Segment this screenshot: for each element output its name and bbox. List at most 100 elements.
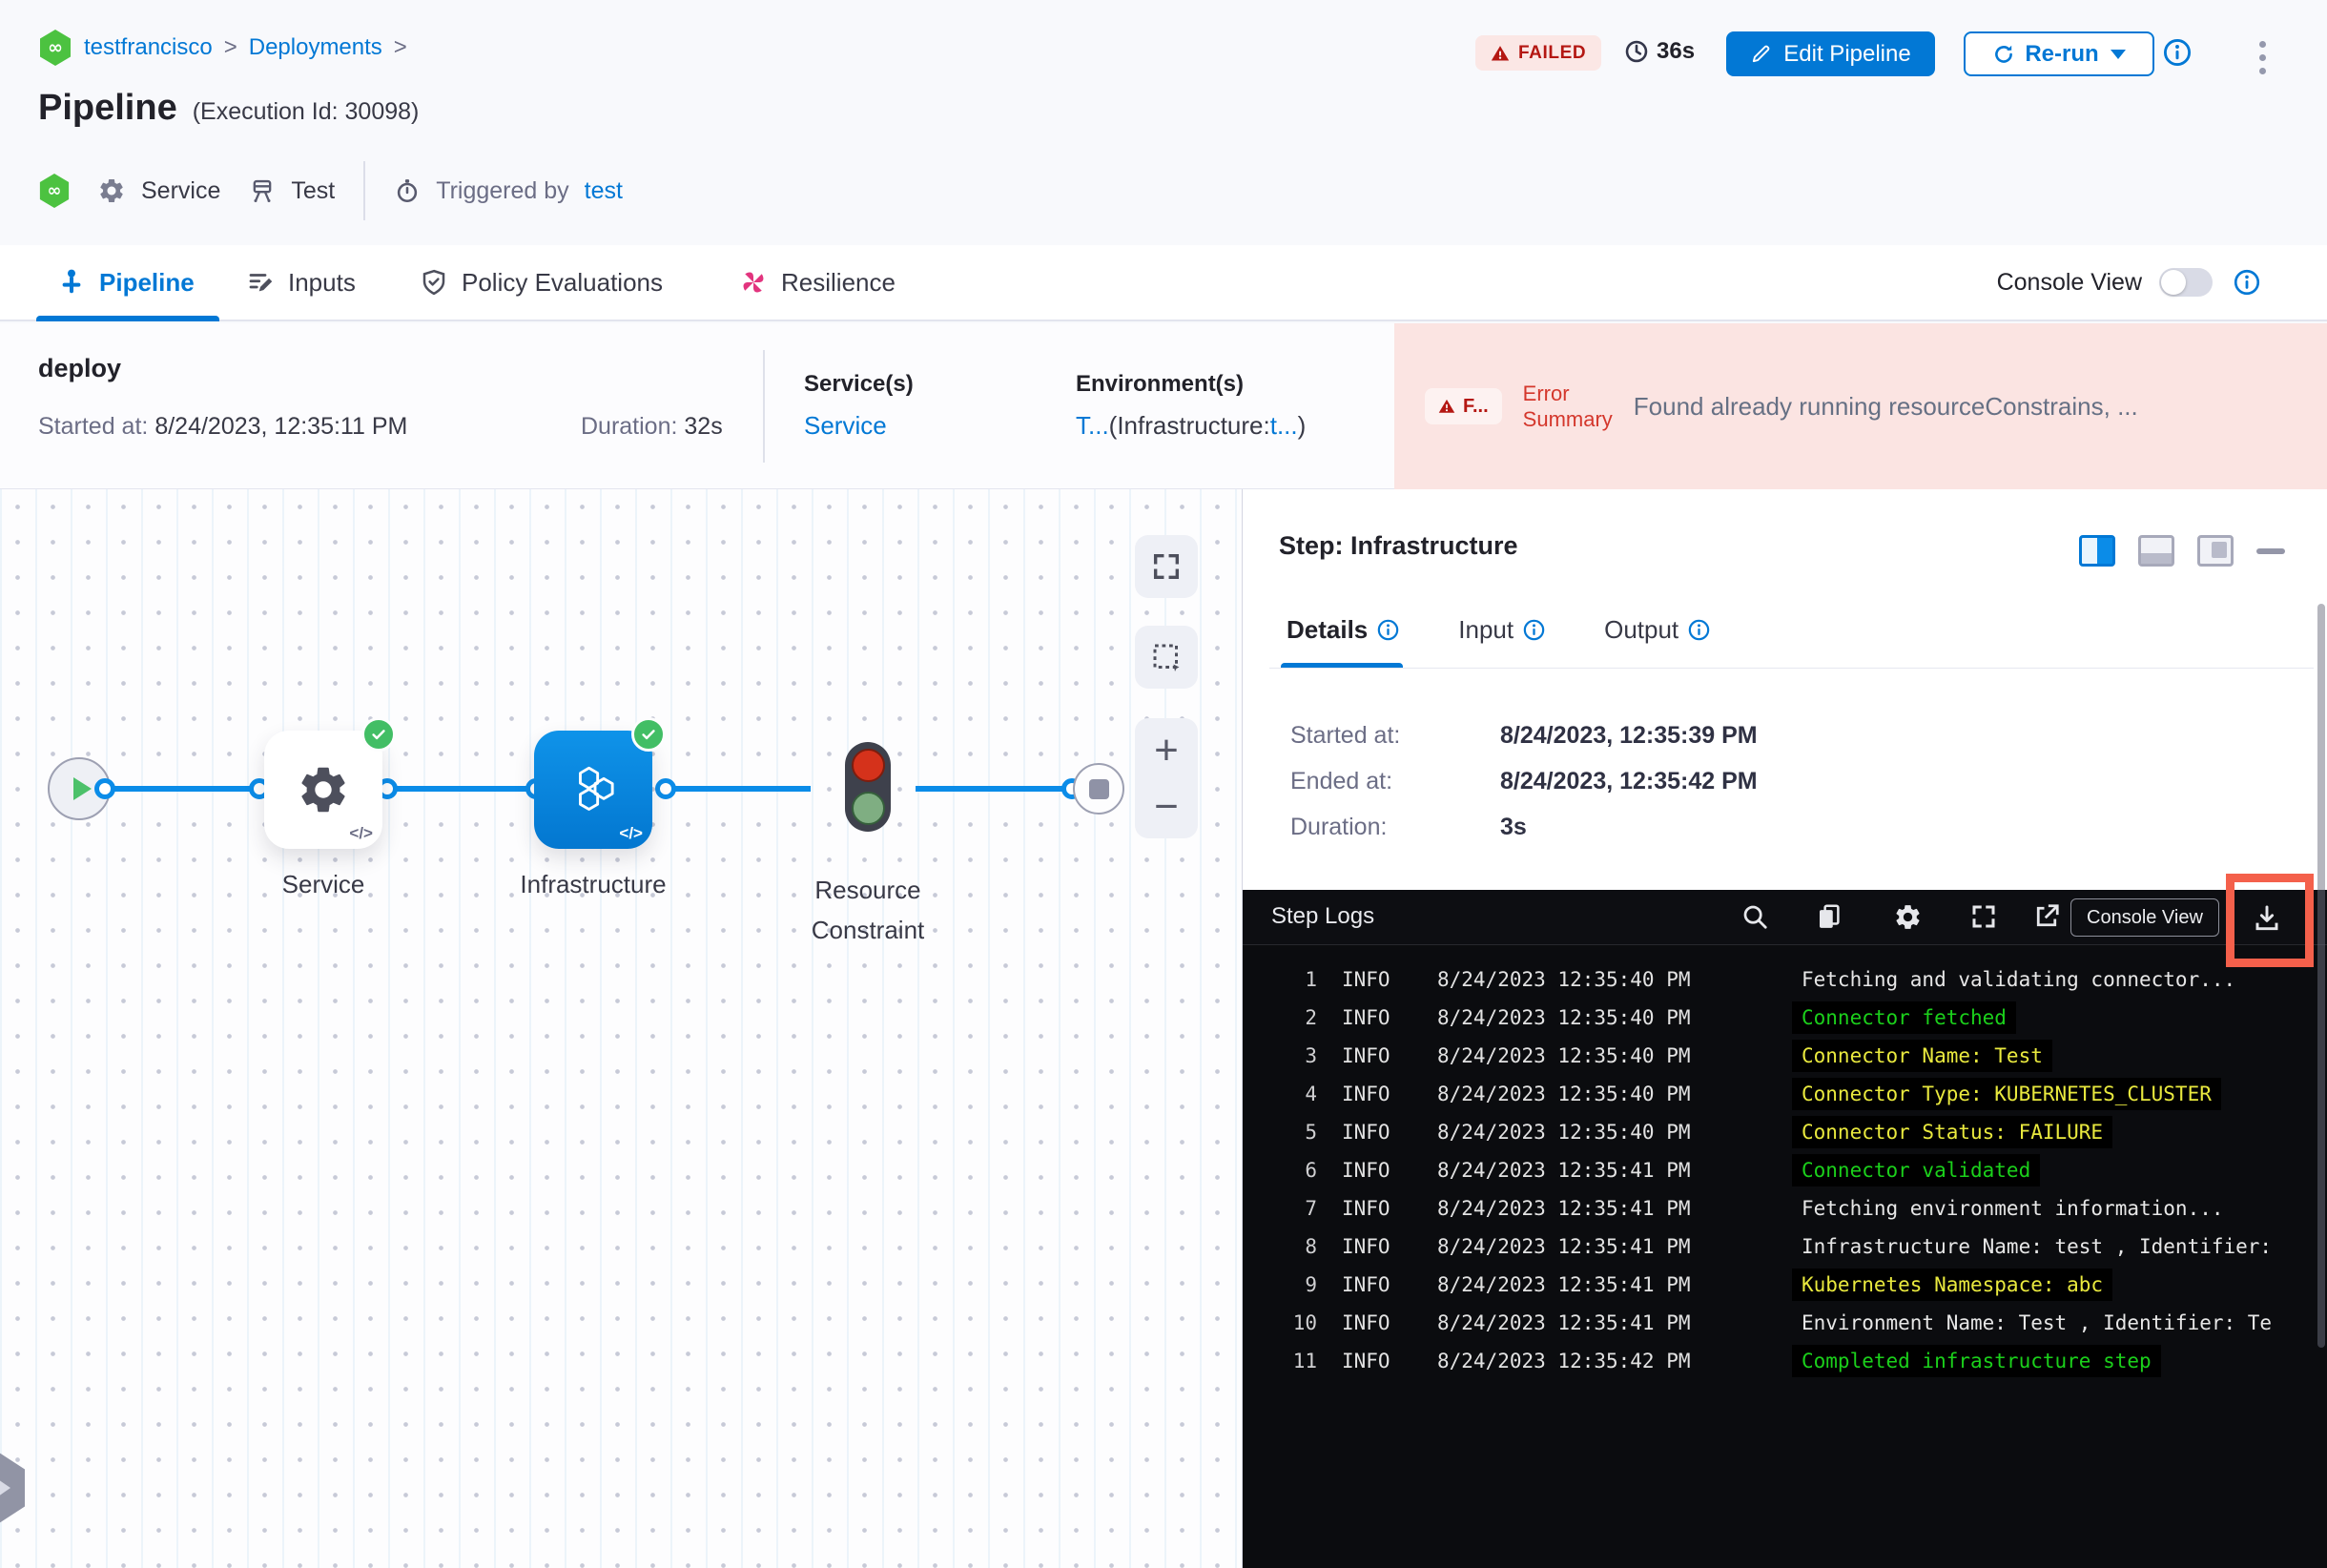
minimize-panel-button[interactable]	[2256, 547, 2285, 554]
meta-environment-name[interactable]: Test	[291, 177, 335, 205]
meta-service-name[interactable]: Service	[141, 177, 220, 205]
info-icon[interactable]	[2163, 38, 2192, 67]
step-panel-tabs: Details Input Output	[1287, 615, 1710, 645]
console-view-toggle[interactable]	[2159, 268, 2213, 297]
page-title-row: Pipeline (Execution Id: 30098)	[38, 88, 419, 129]
stage-duration-value: 32s	[684, 413, 723, 440]
node-resource-constraint[interactable]	[845, 742, 891, 832]
log-settings-gear-icon[interactable]	[1893, 902, 1923, 932]
harness-cd-icon	[38, 173, 71, 209]
tab-input[interactable]: Input	[1458, 615, 1545, 645]
chevron-down-icon	[2110, 49, 2126, 59]
console-view-button[interactable]: Console View	[2070, 898, 2219, 937]
expand-stages-handle[interactable]	[0, 1451, 25, 1525]
marquee-select-icon	[1149, 640, 1184, 674]
log-lines: 1 INFO 8/24/2023 12:35:40 PM Fetching and v…	[1243, 945, 2327, 1568]
environment-infra-text: (Infrastructure:	[1108, 411, 1270, 440]
step-title: Step: Infrastructure	[1279, 531, 1518, 560]
service-link[interactable]: Service	[804, 411, 887, 440]
pipeline-canvas[interactable]: </> Service </> Infrastructure Resource …	[0, 489, 1242, 1568]
service-gear-icon	[97, 176, 126, 205]
search-icon[interactable]	[1740, 902, 1769, 931]
layout-bottom-split-button[interactable]	[2138, 535, 2174, 567]
breadcrumb-project-link[interactable]: testfrancisco	[84, 34, 213, 61]
log-row: 6 INFO 8/24/2023 12:35:41 PM Connector vali…	[1243, 1151, 2327, 1189]
step-logs-console: Step Logs Console View 1 INFO 8/24/2023 12…	[1243, 890, 2327, 1568]
node-label: Resource Constraint	[811, 876, 925, 944]
failed-chip-text: F...	[1463, 395, 1489, 417]
environments-label: Environment(s)	[1076, 371, 1245, 397]
inputs-icon	[246, 268, 275, 297]
edge	[95, 786, 267, 792]
canvas-fit-view-button[interactable]	[1135, 535, 1198, 598]
stage-started: Started at: 8/24/2023, 12:35:11 PM	[38, 413, 407, 441]
trigger-user-link[interactable]: test	[585, 177, 623, 205]
traffic-red-light	[851, 749, 885, 782]
services-column: Service(s) Service	[804, 371, 914, 441]
more-options-menu[interactable]	[2243, 36, 2281, 78]
tab-inputs[interactable]: Inputs	[246, 245, 356, 320]
node-service[interactable]: </>	[264, 717, 396, 849]
node-infrastructure[interactable]: </>	[534, 717, 666, 849]
tab-details[interactable]: Details	[1287, 615, 1399, 645]
tab-policy-evaluations[interactable]: Policy Evaluations	[420, 245, 663, 320]
execution-meta-row: Service Test Triggered by test	[38, 160, 623, 221]
stopwatch-icon	[394, 177, 421, 204]
log-row: 4 INFO 8/24/2023 12:35:40 PM Connector Type…	[1243, 1075, 2327, 1113]
triggered-by-label: Triggered by	[436, 176, 569, 204]
end-node[interactable]	[1073, 763, 1124, 815]
edge	[916, 786, 1076, 792]
breadcrumb: testfrancisco > Deployments >	[38, 29, 407, 67]
info-icon[interactable]	[1377, 619, 1399, 641]
download-logs-icon[interactable]	[2252, 903, 2282, 934]
edge-point	[655, 778, 676, 799]
tab-pipeline[interactable]: Pipeline	[57, 245, 195, 320]
log-row: 10 INFO 8/24/2023 12:35:41 PM Environment N…	[1292, 1311, 2273, 1334]
zoom-in-button[interactable]: +	[1154, 729, 1179, 772]
expand-icon	[1150, 550, 1183, 583]
fullscreen-icon[interactable]	[1969, 902, 1998, 931]
edit-pipeline-button[interactable]: Edit Pipeline	[1726, 31, 1935, 76]
info-icon[interactable]	[2234, 269, 2260, 296]
info-icon[interactable]	[1523, 619, 1545, 641]
tab-resilience[interactable]: Resilience	[739, 245, 896, 320]
execution-id: (Execution Id: 30098)	[192, 98, 420, 125]
rerun-button[interactable]: Re-run	[1964, 31, 2154, 76]
environment-link[interactable]: T...	[1076, 411, 1109, 440]
harness-cd-icon	[38, 29, 72, 67]
edge	[658, 786, 811, 792]
stage-started-label: Started at:	[38, 413, 149, 440]
open-external-icon[interactable]	[2032, 902, 2061, 931]
stop-icon	[1088, 778, 1109, 799]
edge	[380, 786, 544, 792]
breadcrumb-deployments-link[interactable]: Deployments	[249, 34, 382, 61]
canvas-select-button[interactable]	[1135, 626, 1198, 689]
tab-output[interactable]: Output	[1604, 615, 1710, 645]
clock-icon	[1624, 39, 1649, 64]
detail-value: 8/24/2023, 12:35:42 PM	[1500, 768, 1758, 794]
panel-layout-controls	[2079, 535, 2285, 567]
info-icon[interactable]	[1688, 619, 1710, 641]
environments-column: Environment(s) T...(Infrastructure:t...)	[1076, 371, 1306, 441]
log-row: 2 INFO 8/24/2023 12:35:40 PM Connector fetc…	[1243, 999, 2327, 1037]
warning-icon	[1438, 398, 1455, 415]
meta-divider	[363, 161, 366, 220]
edit-pipeline-label: Edit Pipeline	[1783, 40, 1911, 67]
layout-right-split-button[interactable]	[2079, 535, 2115, 567]
panel-scrollbar[interactable]	[2317, 604, 2325, 1348]
log-row: 8 INFO 8/24/2023 12:35:41 PM Infrastructure…	[1305, 1235, 2273, 1258]
kubernetes-hexagons-icon	[564, 762, 623, 817]
layout-floating-button[interactable]	[2197, 535, 2234, 567]
pencil-icon	[1750, 43, 1772, 65]
detail-value: 3s	[1500, 814, 1527, 840]
detail-label: Duration:	[1290, 814, 1388, 840]
copy-icon[interactable]	[1815, 902, 1843, 931]
detail-label: Ended at:	[1290, 768, 1393, 794]
stage-duration: Duration: 32s	[581, 413, 723, 441]
step-detail-panel: Step: Infrastructure Details Input Outpu…	[1242, 489, 2327, 1568]
environment-close-paren: )	[1297, 411, 1307, 440]
detail-value: 8/24/2023, 12:35:39 PM	[1500, 722, 1758, 749]
infrastructure-link[interactable]: t...	[1270, 411, 1298, 440]
service-gear-icon	[296, 762, 351, 817]
zoom-out-button[interactable]: −	[1154, 785, 1179, 828]
